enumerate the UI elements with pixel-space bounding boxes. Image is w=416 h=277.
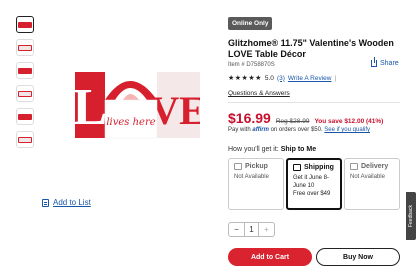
share-button[interactable]: Share	[371, 57, 399, 67]
add-to-cart-button[interactable]: Add to Cart	[228, 248, 312, 266]
share-label: Share	[380, 60, 399, 67]
affirm-line: Pay with affirm on orders over $50. See …	[228, 127, 370, 133]
quantity-minus-button[interactable]: −	[229, 223, 244, 236]
write-review-link[interactable]: Write A Review	[288, 75, 332, 82]
thumbnail-1[interactable]	[16, 16, 34, 33]
rating-stars-icon: ★★★★★	[228, 75, 262, 82]
shipping-free: Free over $49	[293, 191, 331, 197]
delivery-label: Delivery	[361, 163, 389, 170]
quantity-stepper: − 1 +	[228, 222, 275, 237]
current-price: $16.99	[228, 110, 271, 126]
regular-price: Reg $28.99	[275, 118, 310, 125]
product-banner-text: lives here	[106, 117, 155, 128]
affirm-qualify-link[interactable]: See if you qualify	[324, 127, 370, 133]
pickup-option[interactable]: Pickup Not Available	[228, 158, 284, 210]
list-icon	[42, 198, 49, 207]
product-letters-ve: VE	[150, 88, 200, 133]
thumbnail-3[interactable]	[16, 62, 34, 79]
pickup-label: Pickup	[245, 163, 268, 170]
affirm-suffix: on orders over $50.	[270, 127, 323, 133]
delivery-icon	[350, 163, 358, 170]
share-icon	[371, 57, 377, 67]
thumbnail-5[interactable]	[16, 108, 34, 125]
product-image: L VE lives here	[75, 72, 200, 139]
affirm-logo: affirm	[252, 127, 269, 133]
shipping-date-1: Get it June 8-	[293, 175, 330, 181]
thumbnail-6[interactable]	[16, 131, 34, 148]
item-number: Item # D758870S	[228, 62, 275, 68]
quantity-plus-button[interactable]: +	[259, 223, 274, 236]
rating-separator: |	[334, 74, 337, 82]
pickup-status: Not Available	[234, 174, 269, 180]
thumbnail-4[interactable]	[16, 85, 34, 102]
fulfillment-prompt: How you'll get it: Ship to Me	[228, 146, 316, 153]
truck-icon	[293, 164, 301, 171]
price-row: $16.99 Reg $28.99 You save $12.00 (41%)	[228, 110, 383, 126]
thumbnail-2[interactable]	[16, 39, 34, 56]
fulfillment-selected: Ship to Me	[280, 146, 317, 153]
buy-now-button[interactable]: Buy Now	[316, 248, 400, 266]
affirm-prefix: Pay with	[228, 127, 251, 133]
review-count-link[interactable]: (3)	[277, 75, 285, 82]
shipping-date-2: June 10	[293, 183, 315, 189]
divider	[228, 102, 400, 103]
product-title: Glitzhome® 11.75" Valentine's Wooden LOV…	[228, 38, 394, 59]
store-icon	[234, 163, 242, 170]
rating-row: ★★★★★ 5.0 (3) Write A Review |	[228, 74, 337, 83]
feedback-tab[interactable]: Feedback	[406, 192, 416, 240]
shipping-option[interactable]: Shipping Get it June 8- June 10 Free ove…	[286, 158, 342, 210]
questions-answers-link[interactable]: Questions & Answers	[228, 90, 290, 97]
add-to-list-link[interactable]: Add to List	[42, 198, 91, 207]
online-only-badge: Online Only	[228, 17, 273, 30]
add-to-list-label: Add to List	[53, 198, 91, 207]
delivery-option[interactable]: Delivery Not Available	[344, 158, 400, 210]
shipping-label: Shipping	[304, 164, 334, 171]
quantity-input[interactable]: 1	[244, 223, 259, 236]
savings-text: You save $12.00 (41%)	[314, 118, 384, 125]
thumbnail-strip	[16, 16, 34, 154]
product-letter-l: L	[75, 79, 107, 136]
fulfillment-prompt-label: How you'll get it:	[228, 146, 279, 153]
delivery-status: Not Available	[350, 174, 385, 180]
rating-value: 5.0	[264, 74, 274, 82]
